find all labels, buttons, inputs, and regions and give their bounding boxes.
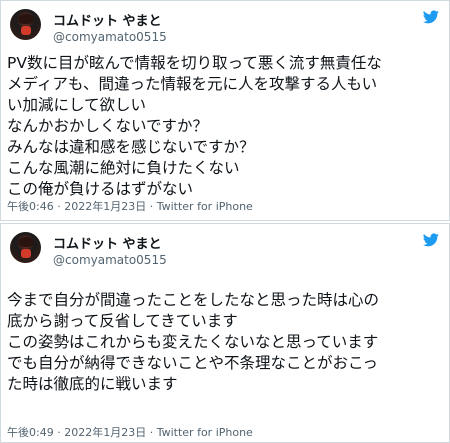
tweet-text-line: みんなは違和感を感じないですか？ (7, 138, 255, 156)
avatar[interactable] (10, 9, 41, 40)
tweet-card[interactable]: コムドット やまと @comyamato0515 今まで自分が間違ったことをした… (0, 223, 450, 443)
meta-separator: · (149, 200, 154, 213)
tweet-text-line: 今まで自分が間違ったことをしたなと思った時は心の (7, 291, 380, 309)
avatar[interactable] (10, 232, 41, 263)
tweet-meta: 午後0:49 · 2022年1月23日 · Twitter for iPhone (7, 424, 253, 440)
avatar-shirt (21, 249, 31, 258)
tweet-date[interactable]: 2022年1月23日 (64, 426, 146, 439)
tweet-text-line: この姿勢はこれからも変えたくないなと思っています (7, 333, 379, 351)
tweet-text-line: た時は徹底的に戦います (7, 375, 178, 393)
meta-separator: · (149, 426, 154, 439)
tweet-text-line: なんかおかしくないですか？ (7, 117, 209, 135)
twitter-bird-icon[interactable] (423, 233, 439, 247)
tweet-source[interactable]: Twitter for iPhone (157, 426, 253, 439)
tweet-text-line: 底から謝って反省してきています (7, 312, 238, 330)
tweet-date[interactable]: 2022年1月23日 (64, 200, 146, 213)
meta-separator: · (57, 426, 61, 439)
tweet-text-line: でも自分が納得できないことや不条理なことがおこっ (7, 354, 378, 372)
user-handle[interactable]: @comyamato0515 (53, 253, 167, 267)
user-handle[interactable]: @comyamato0515 (53, 30, 167, 44)
avatar-hair (18, 14, 34, 24)
tweet-text-line: こんな風潮に絶対に負けたくない (7, 159, 240, 177)
user-name[interactable]: コムドット やまと (53, 233, 162, 252)
tweet-card[interactable]: コムドット やまと @comyamato0515 PV数に目が眩んで情報を切り取… (0, 0, 450, 221)
tweet-text: PV数に目が眩んで情報を切り取って悪く流す無責任な メディアも、間違った情報を元… (7, 53, 441, 200)
tweet-text-line: この俺が負けるはずがない (7, 180, 194, 198)
tweet-text: 今まで自分が間違ったことをしたなと思った時は心の 底から謝って反省してきています… (7, 290, 441, 395)
avatar-shirt (21, 26, 31, 35)
tweet-source[interactable]: Twitter for iPhone (157, 200, 253, 213)
tweet-text-line: PV数に目が眩んで情報を切り取って悪く流す無責任な (7, 54, 382, 72)
tweet-text-line: メディアも、間違った情報を元に人を攻撃する人もい (7, 75, 378, 93)
tweet-time[interactable]: 午後0:49 (7, 426, 54, 439)
tweet-meta: 午後0:46 · 2022年1月23日 · Twitter for iPhone (7, 198, 253, 214)
user-name[interactable]: コムドット やまと (53, 10, 162, 29)
twitter-bird-icon[interactable] (423, 10, 439, 24)
tweet-time[interactable]: 午後0:46 (7, 200, 54, 213)
meta-separator: · (57, 200, 61, 213)
tweet-text-line: い加減にして欲しい (7, 96, 147, 114)
avatar-hair (18, 237, 34, 247)
